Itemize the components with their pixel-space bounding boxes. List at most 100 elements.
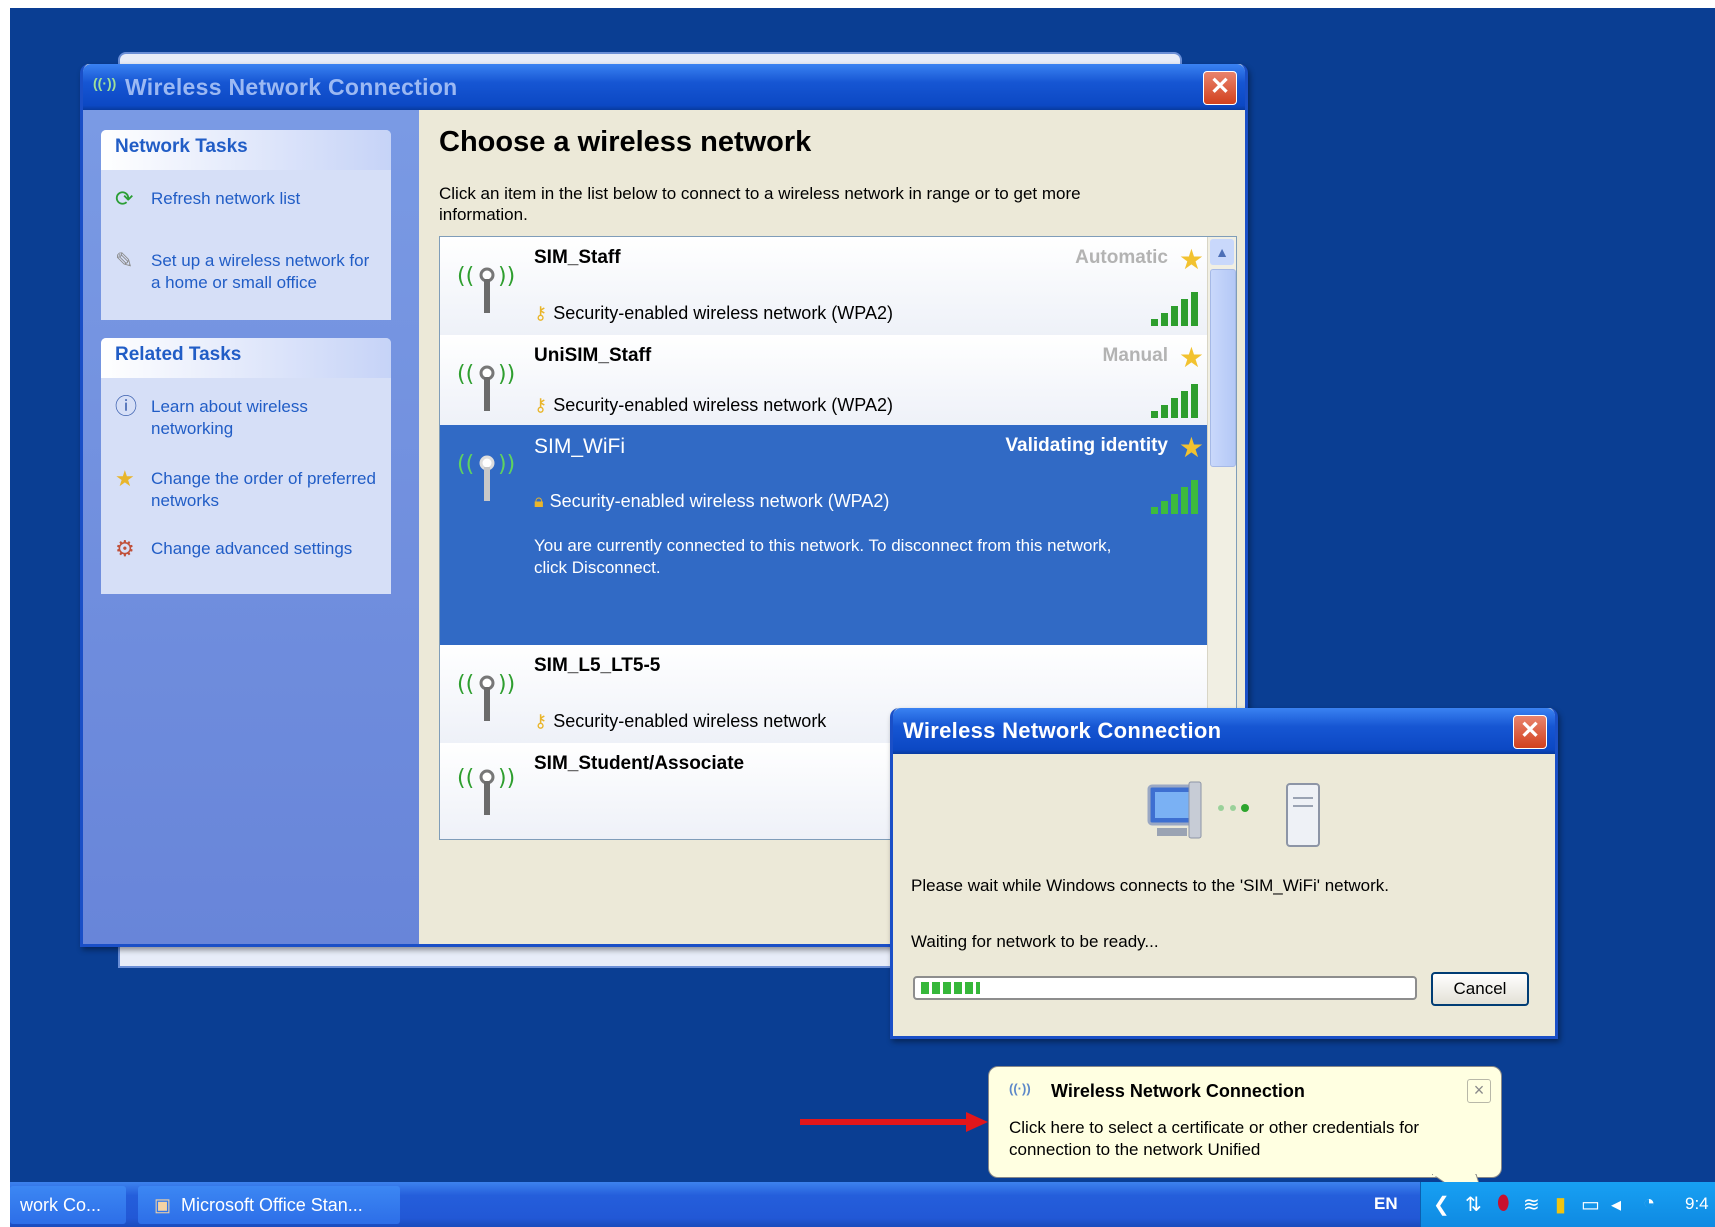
network-status: Manual: [1102, 345, 1168, 366]
preferred-star-icon: ★: [1178, 342, 1204, 373]
page-title: Choose a wireless network: [439, 126, 812, 158]
main-window-titlebar[interactable]: ((·)) Wireless Network Connection ✕: [83, 64, 1245, 110]
cancel-button[interactable]: Cancel: [1431, 972, 1529, 1006]
taskbar: work Co... ▣ Microsoft Office Stan... EN …: [10, 1182, 1715, 1227]
network-security-label: Security-enabled wireless network (WPA2): [553, 303, 893, 323]
lock-icon: 🔒︎: [534, 491, 544, 511]
network-tasks-panel: Network Tasks ⟳ Refresh network list ✎ S…: [101, 130, 391, 320]
change-advanced-settings-label: Change advanced settings: [151, 539, 353, 558]
refresh-icon: ⟳: [115, 186, 134, 211]
refresh-network-list-label: Refresh network list: [151, 189, 301, 208]
signal-strength-icon: [1151, 384, 1198, 418]
svg-text:)): )): [498, 766, 515, 791]
main-window-title: Wireless Network Connection: [125, 74, 458, 100]
battery-icon[interactable]: ▮: [1555, 1192, 1566, 1217]
setup-wireless-network-label: Set up a wireless network for a home or …: [151, 251, 370, 292]
balloon-title: Wireless Network Connection: [1051, 1081, 1305, 1101]
svg-text:((: ((: [457, 264, 474, 289]
security-key-icon: ⚷: [534, 711, 548, 731]
taskbar-button-label: Microsoft Office Stan...: [181, 1195, 363, 1215]
antenna-icon: (( )): [457, 452, 515, 501]
progress-dialog-titlebar[interactable]: Wireless Network Connection ✕: [893, 708, 1555, 754]
related-tasks-panel: Related Tasks ⓘ Learn about wireless net…: [101, 338, 391, 594]
task-pane: Network Tasks ⟳ Refresh network list ✎ S…: [83, 110, 419, 944]
help-tray-icon[interactable]: ◔: [1643, 1192, 1655, 1215]
signal-strength-icon: [1151, 480, 1198, 514]
svg-text:)): )): [498, 264, 515, 289]
connecting-progress-dialog: Wireless Network Connection ✕ Please wai…: [890, 708, 1558, 1039]
network-name: SIM_Staff: [534, 247, 621, 268]
network-security-label: Security-enabled wireless network (WPA2): [549, 491, 890, 511]
language-indicator[interactable]: EN: [1374, 1194, 1398, 1214]
svg-text:)): )): [498, 452, 515, 477]
scroll-up-arrow-icon[interactable]: ▲: [1210, 239, 1234, 265]
network-name: SIM_Student/Associate: [534, 753, 745, 774]
network-item-sim-staff[interactable]: (( )) SIM_Staff Automatic ★ ⚷ Security-en…: [440, 237, 1208, 335]
network-status: Validating identity: [1005, 435, 1168, 456]
connecting-message: Please wait while Windows connects to th…: [911, 876, 1389, 895]
svg-text:((: ((: [457, 452, 474, 477]
preferred-star-icon: ★: [1178, 244, 1204, 275]
instruction-text: Click an item in the list below to conne…: [439, 184, 1081, 224]
network-name: UniSIM_Staff: [534, 345, 652, 366]
network-security: 🔒︎ Security-enabled wireless network (WPA…: [534, 491, 889, 512]
wireless-icon: ((·)): [93, 75, 117, 91]
setup-wizard-icon: ✎: [115, 248, 134, 273]
clock[interactable]: 9:4: [1685, 1194, 1709, 1214]
balloon-text: Click here to select a certificate or ot…: [1009, 1118, 1420, 1159]
scroll-thumb[interactable]: [1210, 269, 1236, 467]
svg-text:)): )): [498, 362, 515, 387]
notification-balloon[interactable]: ((·)) Wireless Network Connection × Clic…: [988, 1066, 1502, 1178]
taskbar-button-network[interactable]: work Co...: [10, 1186, 126, 1224]
progress-fill: [921, 982, 980, 994]
settings-icon: ⚙: [115, 536, 135, 561]
connection-tray-icon[interactable]: ≋: [1523, 1192, 1540, 1217]
network-status: Automatic: [1075, 247, 1168, 268]
antenna-icon: (( )): [457, 362, 515, 411]
network-item-sim-wifi[interactable]: (( )) SIM_WiFi Validating identity ★ 🔒︎ S…: [440, 425, 1208, 645]
network-name: SIM_WiFi: [534, 435, 625, 458]
info-icon: ⓘ: [115, 394, 138, 419]
display-tray-icon[interactable]: ▭: [1581, 1192, 1600, 1217]
network-tray-icon[interactable]: ⇅: [1465, 1192, 1482, 1217]
desktop: ((·)) Wireless Network Connection ✕ Netw…: [10, 8, 1715, 1227]
antenna-icon: (( )): [457, 766, 515, 815]
volume-icon[interactable]: ◂: [1611, 1192, 1621, 1217]
progress-dialog-close-button[interactable]: ✕: [1513, 715, 1547, 749]
learn-about-wireless-label: Learn about wireless networking: [151, 397, 308, 438]
red-arrow-icon: [800, 1112, 988, 1132]
star-icon: ★: [115, 466, 135, 491]
taskbar-button-label: work Co...: [20, 1195, 102, 1215]
connection-message: You are currently connected to this netw…: [534, 536, 1112, 577]
network-tasks-header[interactable]: Network Tasks: [101, 130, 391, 170]
related-tasks-header[interactable]: Related Tasks: [101, 338, 391, 378]
security-key-icon: ⚷: [534, 303, 548, 323]
change-order-label: Change the order of preferred networks: [151, 469, 376, 510]
security-key-icon: ⚷: [534, 395, 548, 415]
connecting-status: Waiting for network to be ready...: [911, 932, 1159, 951]
antenna-icon: (( )): [457, 672, 515, 721]
security-shield-icon[interactable]: ⬮: [1497, 1192, 1510, 1215]
svg-text:((: ((: [457, 672, 474, 697]
connecting-animation-icon: [1147, 781, 1320, 847]
network-item-unisim-staff[interactable]: (( )) UniSIM_Staff Manual ★ ⚷ Security-en…: [440, 335, 1208, 425]
network-security-label: Security-enabled wireless network: [553, 711, 827, 731]
network-security: ⚷ Security-enabled wireless network: [534, 711, 826, 732]
network-security: ⚷ Security-enabled wireless network (WPA2…: [534, 303, 893, 324]
connection-progress-bar: [913, 976, 1417, 1000]
network-name: SIM_L5_LT5-5: [534, 655, 661, 676]
signal-strength-icon: [1151, 292, 1198, 326]
close-button[interactable]: ✕: [1203, 71, 1237, 105]
office-icon: ▣: [154, 1195, 172, 1215]
system-tray: ❮ ⇅ ⬮ ≋ ▮ ▭ ◂ ◔ 9:4: [1420, 1182, 1715, 1227]
balloon-close-button[interactable]: ×: [1467, 1079, 1491, 1103]
preferred-star-icon: ★: [1178, 432, 1204, 463]
wireless-icon: ((·)): [1009, 1081, 1031, 1096]
show-hidden-icons-icon[interactable]: ❮: [1433, 1192, 1450, 1217]
progress-dialog-title: Wireless Network Connection: [903, 718, 1222, 743]
taskbar-button-office[interactable]: ▣ Microsoft Office Stan...: [138, 1186, 400, 1224]
network-security: ⚷ Security-enabled wireless network (WPA2…: [534, 395, 893, 416]
svg-text:((: ((: [457, 362, 474, 387]
antenna-icon: (( )): [457, 264, 515, 313]
svg-text:((: ((: [457, 766, 474, 791]
